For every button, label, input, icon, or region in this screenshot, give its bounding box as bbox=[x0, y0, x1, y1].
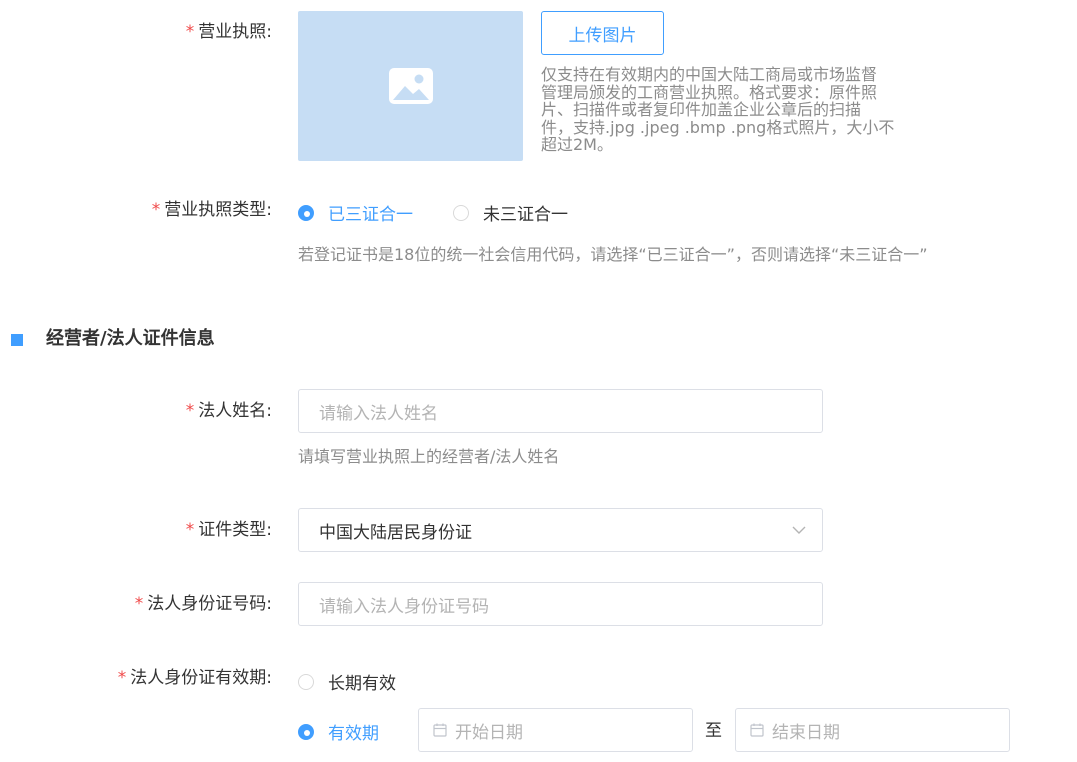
license-type-label: * 营业执照类型: bbox=[151, 200, 272, 220]
license-type-hint: 若登记证书是18位的统一社会信用代码，请选择“已三证合一”，否则请选择“未三证合… bbox=[298, 245, 928, 264]
start-date-placeholder: 开始日期 bbox=[455, 722, 523, 743]
license-description-line: 仅支持在有效期内的中国大陆工商局或市场监督 bbox=[541, 65, 878, 84]
legal-name-label: * 法人姓名: bbox=[185, 401, 272, 421]
id-type-label: * 证件类型: bbox=[185, 520, 272, 540]
radio-long-term[interactable]: 长期有效 bbox=[298, 669, 396, 694]
radio-unchecked-icon bbox=[453, 204, 469, 221]
id-type-select[interactable]: 中国大陆居民身份证 bbox=[298, 508, 823, 552]
end-date-input[interactable]: 结束日期 bbox=[735, 708, 1010, 752]
radio-unchecked-icon bbox=[298, 673, 314, 690]
license-description: 仅支持在有效期内的中国大陆工商局或市场监督 管理局颁发的工商营业执照。格式要求：… bbox=[541, 66, 894, 154]
license-description-line: 超过2M。 bbox=[541, 135, 613, 154]
id-number-input[interactable]: 请输入法人身份证号码 bbox=[298, 582, 823, 626]
chevron-down-icon bbox=[792, 526, 806, 534]
upload-button-label: 上传图片 bbox=[568, 25, 637, 46]
id-number-placeholder: 请输入法人身份证号码 bbox=[319, 596, 489, 617]
license-description-line: 片、扫描件或者复印件加盖企业公章后的扫描 bbox=[541, 100, 862, 119]
radio-checked-icon bbox=[298, 723, 314, 740]
start-date-input[interactable]: 开始日期 bbox=[418, 708, 693, 752]
date-separator: 至 bbox=[705, 721, 722, 741]
radio-not-three-in-one[interactable]: 未三证合一 bbox=[453, 200, 568, 225]
legal-name-input[interactable]: 请输入法人姓名 bbox=[298, 389, 823, 433]
id-validity-label: * 法人身份证有效期: bbox=[117, 668, 272, 688]
radio-validity-period[interactable]: 有效期 bbox=[298, 719, 379, 744]
license-label: * 营业执照: bbox=[185, 22, 272, 42]
legal-name-hint: 请填写营业执照上的经营者/法人姓名 bbox=[298, 447, 560, 466]
upload-image-button[interactable]: 上传图片 bbox=[541, 11, 664, 55]
calendar-icon bbox=[433, 723, 447, 737]
radio-three-in-one[interactable]: 已三证合一 bbox=[298, 200, 413, 225]
section-marker bbox=[11, 334, 23, 346]
end-date-placeholder: 结束日期 bbox=[772, 722, 840, 743]
id-type-value: 中国大陆居民身份证 bbox=[319, 522, 472, 543]
calendar-icon bbox=[750, 723, 764, 737]
license-description-line: 管理局颁发的工商营业执照。格式要求：原件照 bbox=[541, 82, 878, 102]
legal-name-placeholder: 请输入法人姓名 bbox=[319, 403, 438, 424]
id-number-label: * 法人身份证号码: bbox=[134, 594, 272, 614]
image-icon bbox=[388, 68, 433, 104]
radio-checked-icon bbox=[298, 204, 314, 221]
license-description-line: 件，支持.jpg .jpeg .bmp .png格式照片，大小不 bbox=[541, 117, 895, 137]
section-title: 经营者/法人证件信息 bbox=[46, 328, 215, 349]
license-image-upload-box[interactable] bbox=[298, 11, 523, 161]
